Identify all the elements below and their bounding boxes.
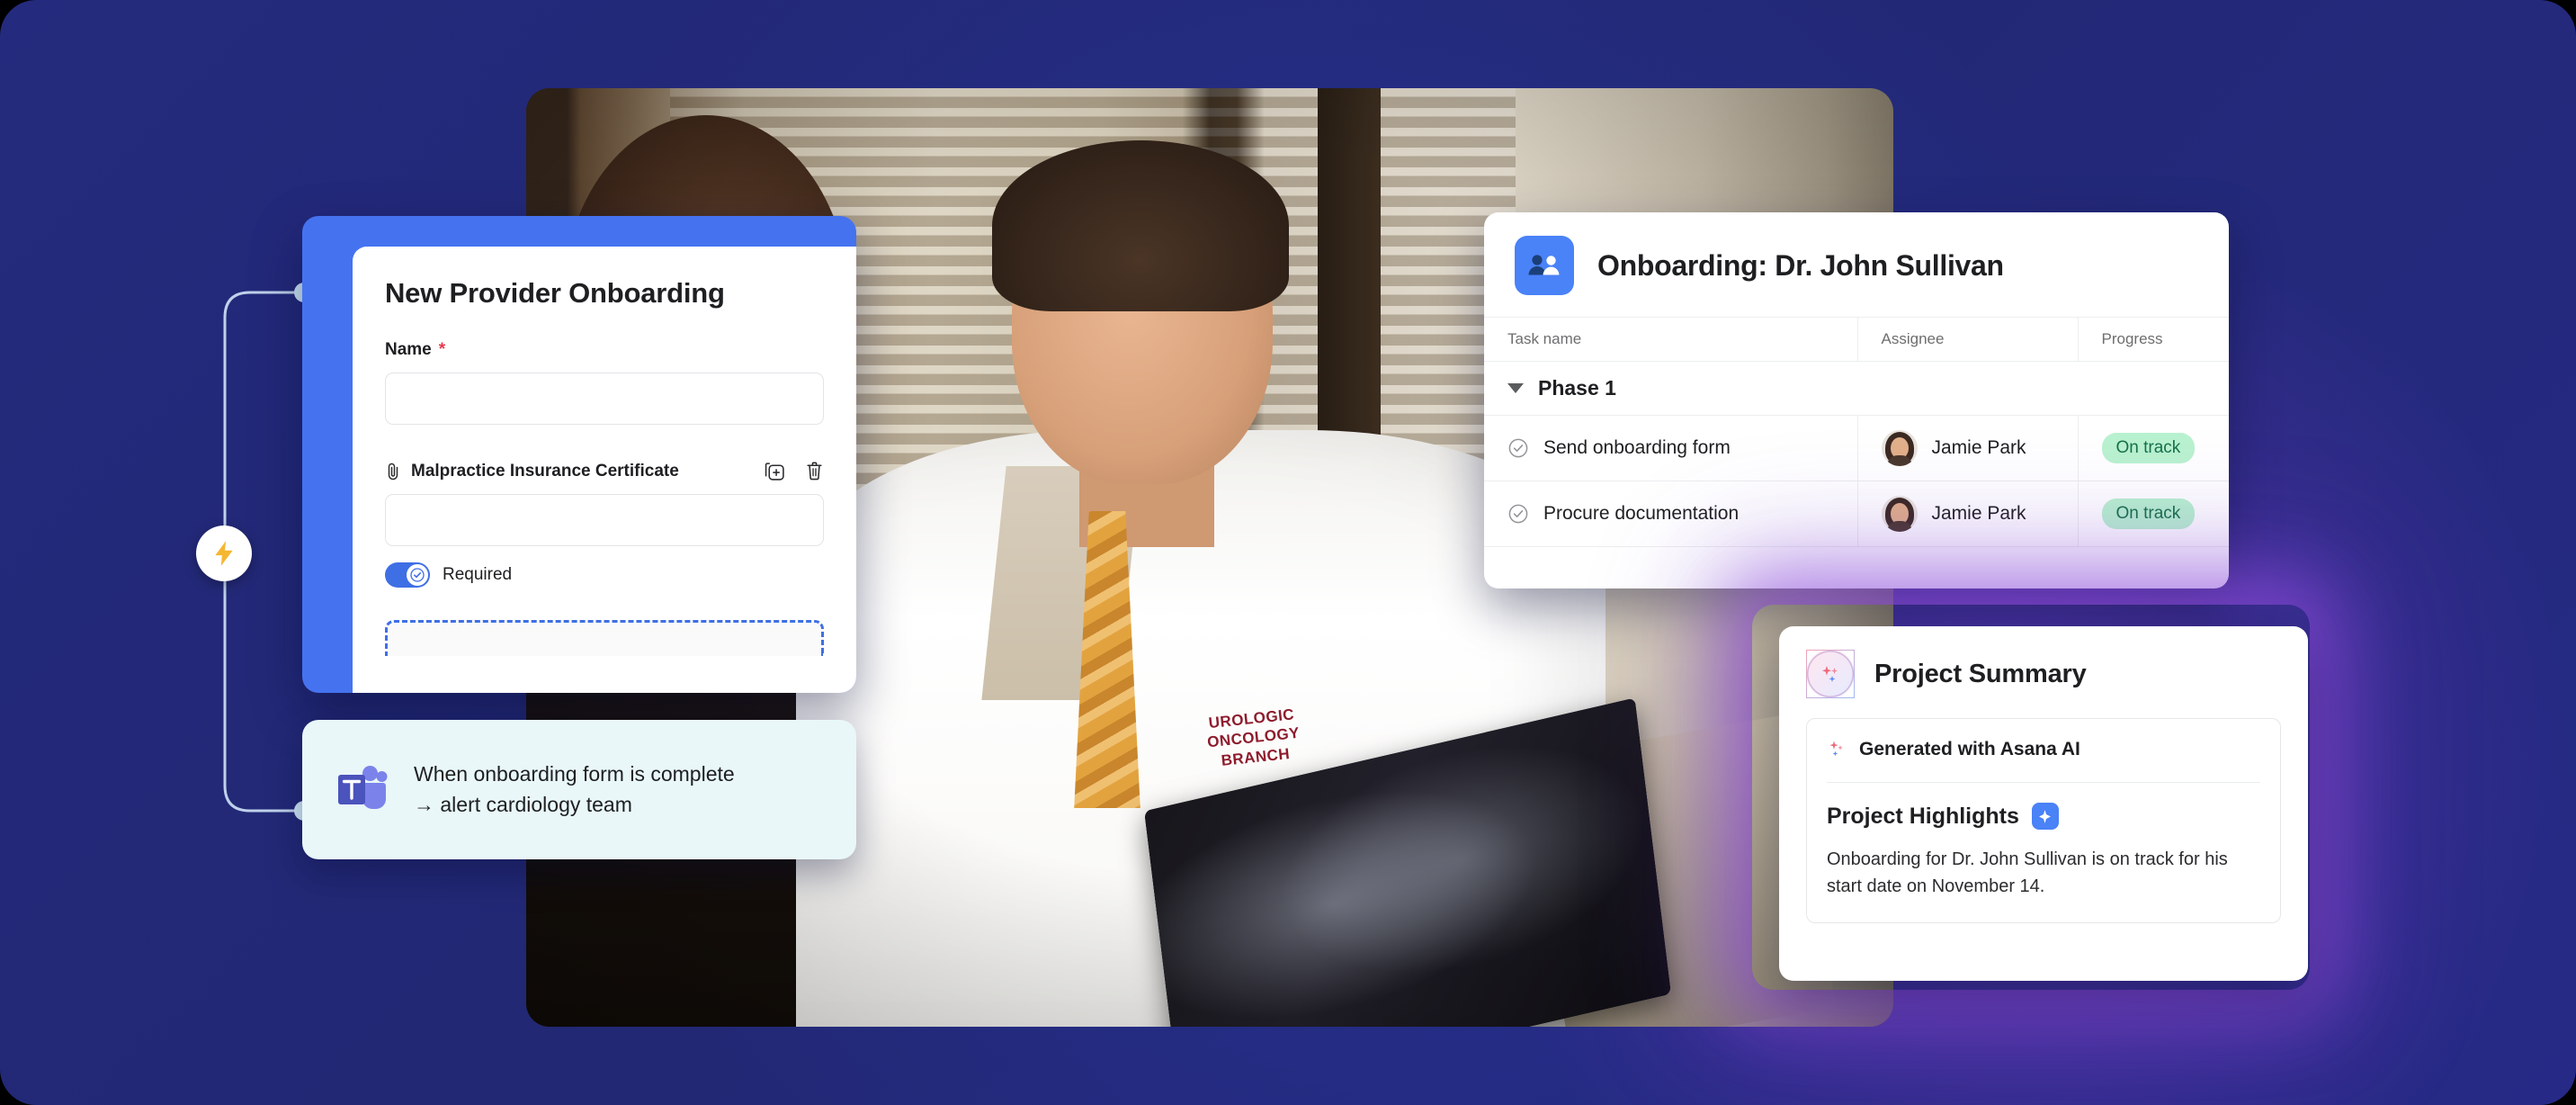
- task-table: Task name Assignee Progress Phase 1 Send…: [1484, 317, 2229, 547]
- table-row[interactable]: Send onboarding form Jamie Park On track: [1484, 415, 2229, 481]
- form-body: Name * Malpractice Insurance Certificate: [353, 337, 856, 656]
- sparkle-chip-icon[interactable]: [2031, 803, 2059, 830]
- teams-line-1: When onboarding form is complete: [414, 761, 735, 786]
- project-highlights-title: Project Highlights: [1827, 803, 2019, 829]
- required-toggle-label: Required: [443, 565, 513, 584]
- assignee-cell[interactable]: Jamie Park: [1856, 481, 2078, 547]
- teams-line-2: → alert cardiology team: [414, 792, 632, 816]
- microsoft-teams-icon: [338, 765, 388, 809]
- teams-automation-text: When onboarding form is complete → alert…: [414, 759, 735, 821]
- toggle-knob: [407, 564, 428, 586]
- status-badge: On track: [2101, 433, 2196, 463]
- task-card-header: Onboarding: Dr. John Sullivan: [1484, 212, 2229, 317]
- caret-down-icon[interactable]: [1507, 383, 1524, 393]
- required-asterisk: *: [438, 340, 446, 359]
- task-name-cell[interactable]: Send onboarding form: [1484, 415, 1857, 481]
- status-badge: On track: [2101, 499, 2196, 529]
- generated-with-ai-label: Generated with Asana AI: [1859, 739, 2080, 759]
- attachment-input[interactable]: [385, 494, 824, 546]
- people-icon: [1515, 236, 1574, 295]
- project-highlights-row: Project Highlights: [1827, 803, 2260, 830]
- duplicate-icon[interactable]: [765, 461, 785, 481]
- name-label-text: Name: [385, 340, 432, 359]
- required-toggle[interactable]: [385, 562, 430, 588]
- task-name-text: Procure documentation: [1543, 503, 1740, 524]
- paperclip-icon: [388, 463, 398, 480]
- assignee-cell[interactable]: Jamie Park: [1856, 415, 2078, 481]
- stage: UROLOGICONCOLOGYBRANCH New Provider Onbo…: [0, 0, 2576, 1105]
- required-toggle-row[interactable]: Required: [385, 562, 824, 588]
- form-title: New Provider Onboarding: [385, 277, 725, 309]
- sparkles-icon: [1829, 741, 1843, 757]
- task-card-title: Onboarding: Dr. John Sullivan: [1597, 248, 2004, 282]
- avatar: [1881, 496, 1918, 532]
- task-group-cell[interactable]: Phase 1: [1484, 361, 2229, 416]
- trash-icon[interactable]: [805, 461, 824, 481]
- summary-content-box: Generated with Asana AI Project Highligh…: [1806, 718, 2281, 923]
- lightning-bolt-icon[interactable]: [196, 526, 252, 581]
- lightning-bolt-glyph: [215, 541, 233, 566]
- column-header-task-name[interactable]: Task name: [1484, 317, 1857, 362]
- progress-cell[interactable]: On track: [2077, 415, 2229, 481]
- check-circle-icon[interactable]: [1507, 437, 1529, 459]
- summary-card-title: Project Summary: [1874, 659, 2087, 688]
- attachment-actions: [765, 461, 824, 481]
- task-name-text: Send onboarding form: [1543, 437, 1731, 458]
- onboarding-task-card: Onboarding: Dr. John Sullivan Task name …: [1484, 212, 2229, 588]
- new-provider-form-card: New Provider Onboarding Name * Malpractic…: [302, 216, 856, 693]
- summary-card-header: Project Summary: [1806, 650, 2281, 698]
- teams-automation-card[interactable]: When onboarding form is complete → alert…: [302, 720, 856, 859]
- ai-sparkles-glyph: [1822, 666, 1838, 682]
- task-group-row[interactable]: Phase 1: [1484, 361, 2229, 416]
- form-sheet: New Provider Onboarding Name * Malpractic…: [353, 247, 856, 693]
- summary-divider: [1827, 782, 2260, 783]
- column-header-progress[interactable]: Progress: [2077, 317, 2229, 362]
- task-group-name: Phase 1: [1538, 376, 1616, 400]
- attachment-label-text: Malpractice Insurance Certificate: [411, 461, 679, 481]
- project-highlights-text: Onboarding for Dr. John Sullivan is on t…: [1827, 849, 2228, 897]
- column-header-assignee[interactable]: Assignee: [1856, 317, 2078, 362]
- attachment-field-header: Malpractice Insurance Certificate: [385, 461, 824, 481]
- table-header-row: Task name Assignee Progress: [1484, 317, 2229, 362]
- attachment-dropzone[interactable]: [385, 620, 824, 656]
- name-field-label: Name *: [385, 340, 824, 360]
- people-glyph: [1528, 255, 1560, 275]
- check-icon: [410, 568, 425, 582]
- table-row[interactable]: Procure documentation Jamie Park On trac…: [1484, 481, 2229, 547]
- ai-sparkles-icon: [1806, 650, 1855, 698]
- attachment-label: Malpractice Insurance Certificate: [385, 462, 679, 481]
- assignee-name: Jamie Park: [1931, 437, 2026, 458]
- sparkle-chip-glyph: [2039, 809, 2052, 823]
- progress-cell[interactable]: On track: [2077, 481, 2229, 547]
- generated-with-ai-row: Generated with Asana AI: [1827, 739, 2260, 760]
- avatar: [1881, 430, 1918, 466]
- name-input[interactable]: [385, 373, 824, 425]
- check-circle-icon[interactable]: [1507, 503, 1529, 525]
- project-summary-card: Project Summary Generated with Asana AI …: [1779, 626, 2308, 981]
- assignee-name: Jamie Park: [1931, 503, 2026, 524]
- task-name-cell[interactable]: Procure documentation: [1484, 481, 1857, 547]
